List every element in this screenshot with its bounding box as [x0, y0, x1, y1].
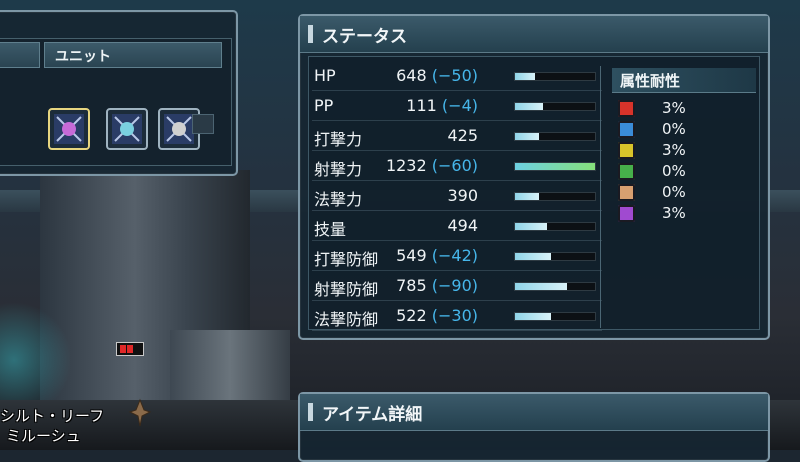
stat-value-group: 390 — [447, 186, 478, 205]
stat-value: 648 — [396, 66, 427, 85]
stat-row: 法撃力 390 — [312, 182, 602, 211]
stat-value: 522 — [396, 306, 427, 325]
item-title: アイテム詳細 — [322, 405, 423, 425]
stat-modifier: (−90) — [431, 276, 478, 295]
unit-slot-arm[interactable] — [106, 108, 148, 150]
stat-value: 549 — [396, 246, 427, 265]
battery-icon — [116, 342, 144, 356]
stat-modifier: (−50) — [431, 66, 478, 85]
stat-gauge — [514, 312, 596, 321]
unit-panel: ユニット — [0, 10, 238, 176]
status-title-bar: ステータス — [300, 16, 768, 53]
stat-value: 111 — [406, 96, 437, 115]
stat-row: 射撃防御 785 (−90) — [312, 272, 602, 301]
slot-tag — [192, 114, 214, 134]
rear-unit-icon — [54, 114, 84, 144]
stat-name: 法撃防御 — [314, 310, 379, 329]
resist-title: 属性耐性 — [620, 72, 681, 90]
stat-gauge — [514, 162, 596, 171]
resist-value: 0% — [662, 183, 686, 201]
tab-unit[interactable]: ユニット — [44, 42, 222, 68]
wind-element-icon — [618, 163, 635, 180]
stat-name: 打撃力 — [314, 130, 363, 149]
item-detail-panel: アイテム詳細 — [298, 392, 770, 462]
stat-name: 射撃力 — [314, 160, 363, 179]
stat-value-group: 425 — [447, 126, 478, 145]
stat-value-group: 785 (−90) — [396, 276, 478, 295]
character-name-line2: ミルーシュ — [6, 427, 81, 445]
stat-value: 785 — [396, 276, 427, 295]
stat-value-group: 1232 (−60) — [386, 156, 478, 175]
stat-gauge — [514, 72, 596, 81]
stat-row: 打撃防御 549 (−42) — [312, 242, 602, 271]
stat-value-group: 522 (−30) — [396, 306, 478, 325]
unit-tabs: ユニット — [0, 42, 236, 70]
status-panel: ステータス HP 648 (−50) PP 111 (−4) 打撃力 425 射撃力 123… — [298, 14, 770, 340]
stat-gauge — [514, 132, 596, 141]
unit-slot-rear[interactable] — [48, 108, 90, 150]
stat-value: 425 — [447, 126, 478, 145]
character-name: シルト・リーフ ミルーシュ — [0, 406, 104, 446]
character-emblem-icon — [128, 398, 152, 427]
resist-value: 3% — [662, 141, 686, 159]
stat-value-group: 111 (−4) — [406, 96, 478, 115]
stat-name: 射撃防御 — [314, 280, 379, 299]
stat-gauge — [514, 282, 596, 291]
stat-value: 1232 — [385, 156, 427, 175]
stat-value: 390 — [447, 186, 478, 205]
dark-element-icon — [618, 205, 635, 222]
stat-value-group: 648 (−50) — [396, 66, 478, 85]
item-title-bar: アイテム詳細 — [300, 394, 768, 431]
status-title: ステータス — [322, 27, 407, 47]
stat-gauge — [514, 192, 596, 201]
column-divider — [600, 66, 601, 328]
stat-modifier: (−30) — [431, 306, 478, 325]
stat-row: 技量 494 — [312, 212, 602, 241]
resist-row-wind: 0% — [618, 161, 738, 183]
stat-modifier: (−42) — [431, 246, 478, 265]
stat-name: 技量 — [314, 220, 347, 239]
stat-row: HP 648 (−50) — [312, 62, 602, 91]
character-name-line1: シルト・リーフ — [0, 407, 105, 425]
light-element-icon — [618, 184, 635, 201]
tab-previous[interactable] — [0, 42, 40, 68]
resist-row-light: 0% — [618, 182, 738, 204]
resist-header: 属性耐性 — [612, 68, 756, 93]
arm-unit-icon — [112, 114, 142, 144]
stat-row: PP 111 (−4) — [312, 92, 602, 121]
resist-value: 3% — [662, 204, 686, 222]
stat-row: 射撃力 1232 (−60) — [312, 152, 602, 181]
resist-row-fire: 3% — [618, 98, 738, 120]
stat-value-group: 494 — [447, 216, 478, 235]
resist-row-ice: 0% — [618, 119, 738, 141]
stat-name: 打撃防御 — [314, 250, 379, 269]
resist-value: 3% — [662, 99, 686, 117]
stat-name: 法撃力 — [314, 190, 363, 209]
stat-gauge — [514, 252, 596, 261]
stat-row: 打撃力 425 — [312, 122, 602, 151]
leg-unit-icon — [164, 114, 194, 144]
stat-value: 494 — [447, 216, 478, 235]
resist-value: 0% — [662, 162, 686, 180]
stat-row: 法撃防御 522 (−30) — [312, 302, 602, 331]
stat-modifier: (−4) — [441, 96, 478, 115]
ice-element-icon — [618, 121, 635, 138]
fire-element-icon — [618, 100, 635, 117]
stat-value-group: 549 (−42) — [396, 246, 478, 265]
stat-gauge — [514, 222, 596, 231]
stat-name: HP — [314, 66, 336, 85]
stat-gauge — [514, 102, 596, 111]
resist-row-lightning: 3% — [618, 140, 738, 162]
resist-row-dark: 3% — [618, 203, 738, 225]
lightning-element-icon — [618, 142, 635, 159]
resist-value: 0% — [662, 120, 686, 138]
stat-name: PP — [314, 96, 334, 115]
stat-modifier: (−60) — [431, 156, 478, 175]
